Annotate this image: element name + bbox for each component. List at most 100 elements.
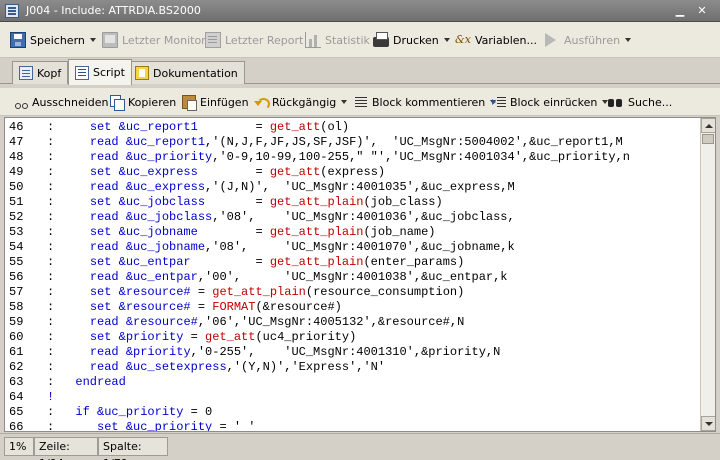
print-button[interactable]: Drucken	[373, 22, 450, 58]
code-line[interactable]: 59: read &resource#,'06','UC_MsgNr:40051…	[5, 315, 699, 330]
line-number: 54	[9, 240, 24, 254]
code-line[interactable]: 58: set &resource# = FORMAT(&resource#)	[5, 300, 699, 315]
scrollbar-thumb[interactable]	[702, 134, 714, 144]
indent-block-button[interactable]: Block einrücken	[492, 88, 609, 116]
code-token: ,'08', 'UC_MsgNr:4001036',&uc_jobclass,	[212, 210, 515, 224]
keyword-token: set	[89, 330, 112, 344]
code-line[interactable]: 53: set &uc_jobname = get_att_plain(job_…	[5, 225, 699, 240]
variables-button[interactable]: &x Variablen...	[455, 22, 537, 58]
tab-script[interactable]: Script	[68, 59, 132, 85]
tab-dokumentation[interactable]: Dokumentation	[128, 61, 245, 84]
code-line[interactable]: 62: read &uc_setexpress,'(Y,N)','Express…	[5, 360, 699, 375]
paste-button[interactable]: Einfügen	[182, 88, 249, 116]
keyword-token: set	[89, 120, 112, 134]
cut-button[interactable]: Ausschneiden	[14, 88, 109, 116]
code-line[interactable]: 50: read &uc_express,'(J,N)', 'UC_MsgNr:…	[5, 180, 699, 195]
line-number: 52	[9, 210, 24, 224]
keyword-token: &uc_jobclass	[118, 195, 206, 209]
keyword-token: &uc_priority	[97, 405, 184, 419]
code-text: read &uc_jobclass,'08', 'UC_MsgNr:400103…	[61, 210, 515, 225]
search-button[interactable]: Suche...	[608, 88, 672, 116]
code-line[interactable]: 66: set &uc_priority = ' '	[5, 420, 699, 432]
code-line[interactable]: 56: read &uc_entpar,'00', 'UC_MsgNr:4001…	[5, 270, 699, 285]
statistics-button[interactable]: Statistik	[305, 22, 370, 58]
code-line[interactable]: 65: if &uc_priority = 0	[5, 405, 699, 420]
code-line[interactable]: 51: set &uc_jobclass = get_att_plain(job…	[5, 195, 699, 210]
column-status: Spalte: 1/79	[98, 437, 168, 460]
code-line[interactable]: 63: endread	[5, 375, 699, 390]
code-line[interactable]: 54: read &uc_jobname,'08', 'UC_MsgNr:400…	[5, 240, 699, 255]
code-token: ,'(N,J,F,JF,JS,SF,JSF)', 'UC_MsgNr:50040…	[205, 135, 623, 149]
line-marker: :	[47, 210, 55, 224]
line-marker: :	[47, 135, 55, 149]
chevron-down-icon[interactable]	[89, 38, 96, 42]
function-token: FORMAT	[212, 300, 256, 314]
keyword-token: &uc_entpar	[125, 270, 198, 284]
close-button[interactable]: ✕	[694, 3, 710, 19]
comment-block-button[interactable]: Block kommentieren	[354, 88, 497, 116]
code-line[interactable]: 57: set &resource# = get_att_plain(resou…	[5, 285, 699, 300]
code-token: ,'0-9,10-99,100-255," "','UC_MsgNr:40010…	[212, 150, 630, 164]
code-line[interactable]: 61: read &priority,'0-255', 'UC_MsgNr:40…	[5, 345, 699, 360]
keyword-token: &uc_priority	[125, 420, 213, 432]
scroll-up-arrow-icon[interactable]	[701, 118, 715, 133]
function-token: get_att_plain	[269, 225, 364, 239]
chevron-down-icon[interactable]	[625, 38, 632, 42]
code-line[interactable]: 52: read &uc_jobclass,'08', 'UC_MsgNr:40…	[5, 210, 699, 225]
code-line[interactable]: 64!	[5, 390, 699, 405]
undo-button[interactable]: Rückgängig	[254, 88, 348, 116]
code-text: read &resource#,'06','UC_MsgNr:4005132',…	[61, 315, 464, 330]
code-token: =	[190, 285, 213, 299]
function-token: get_att	[269, 120, 321, 134]
chevron-down-icon[interactable]	[341, 100, 348, 104]
code-line[interactable]: 46: set &uc_report1 = get_att(ol)	[5, 120, 699, 135]
vertical-scrollbar[interactable]	[700, 118, 715, 431]
save-button[interactable]: Speichern	[10, 22, 96, 58]
scroll-down-arrow-icon[interactable]	[701, 416, 715, 431]
line-marker: :	[47, 420, 55, 432]
code-text: set &uc_report1 = get_att(ol)	[61, 120, 349, 135]
binoculars-icon	[608, 95, 624, 109]
keyword-token: read	[89, 360, 119, 374]
copy-icon	[110, 95, 125, 111]
window-title: J004 - Include: ATTRDIA.BS2000	[26, 4, 201, 17]
code-token: ,'06','UC_MsgNr:4005132',&resource#,N	[197, 315, 465, 329]
code-line[interactable]: 47: read &uc_report1,'(N,J,F,JF,JS,SF,JS…	[5, 135, 699, 150]
code-token: (express)	[320, 165, 386, 179]
copy-button[interactable]: Kopieren	[110, 88, 176, 116]
last-monitor-button[interactable]: Letzter Monitor	[102, 22, 206, 58]
minimize-button[interactable]: ▁	[672, 3, 688, 19]
code-token: (resource_consumption)	[305, 285, 465, 299]
script-editor[interactable]: 46: set &uc_report1 = get_att(ol) 47: rea…	[4, 117, 716, 432]
tab-kopf[interactable]: Kopf	[12, 61, 69, 84]
code-token: (uc4_priority)	[255, 330, 357, 344]
execute-button[interactable]: Ausführen	[545, 22, 632, 58]
comment-block-icon	[354, 95, 368, 109]
code-line[interactable]: 48: read &uc_priority,'0-9,10-99,100-255…	[5, 150, 699, 165]
line-marker: :	[47, 285, 55, 299]
line-number: 62	[9, 360, 24, 374]
last-report-button[interactable]: Letzter Report	[205, 22, 303, 58]
code-token: =	[197, 225, 270, 239]
code-line[interactable]: 55: set &uc_entpar = get_att_plain(enter…	[5, 255, 699, 270]
line-number: 50	[9, 180, 24, 194]
script-icon	[75, 65, 89, 80]
undo-icon	[254, 95, 270, 110]
code-line[interactable]: 49: set &uc_express = get_att(express)	[5, 165, 699, 180]
line-marker: :	[47, 180, 55, 194]
chevron-down-icon[interactable]	[443, 38, 450, 42]
function-token: get_att_plain	[212, 285, 306, 299]
keyword-token: read	[89, 180, 119, 194]
line-marker: :	[47, 360, 55, 374]
keyword-token: read	[89, 210, 119, 224]
indent-icon	[492, 95, 506, 109]
code-line[interactable]: 60: set &priority = get_att(uc4_priority…	[5, 330, 699, 345]
line-number: 61	[9, 345, 24, 359]
keyword-token: set	[89, 300, 112, 314]
